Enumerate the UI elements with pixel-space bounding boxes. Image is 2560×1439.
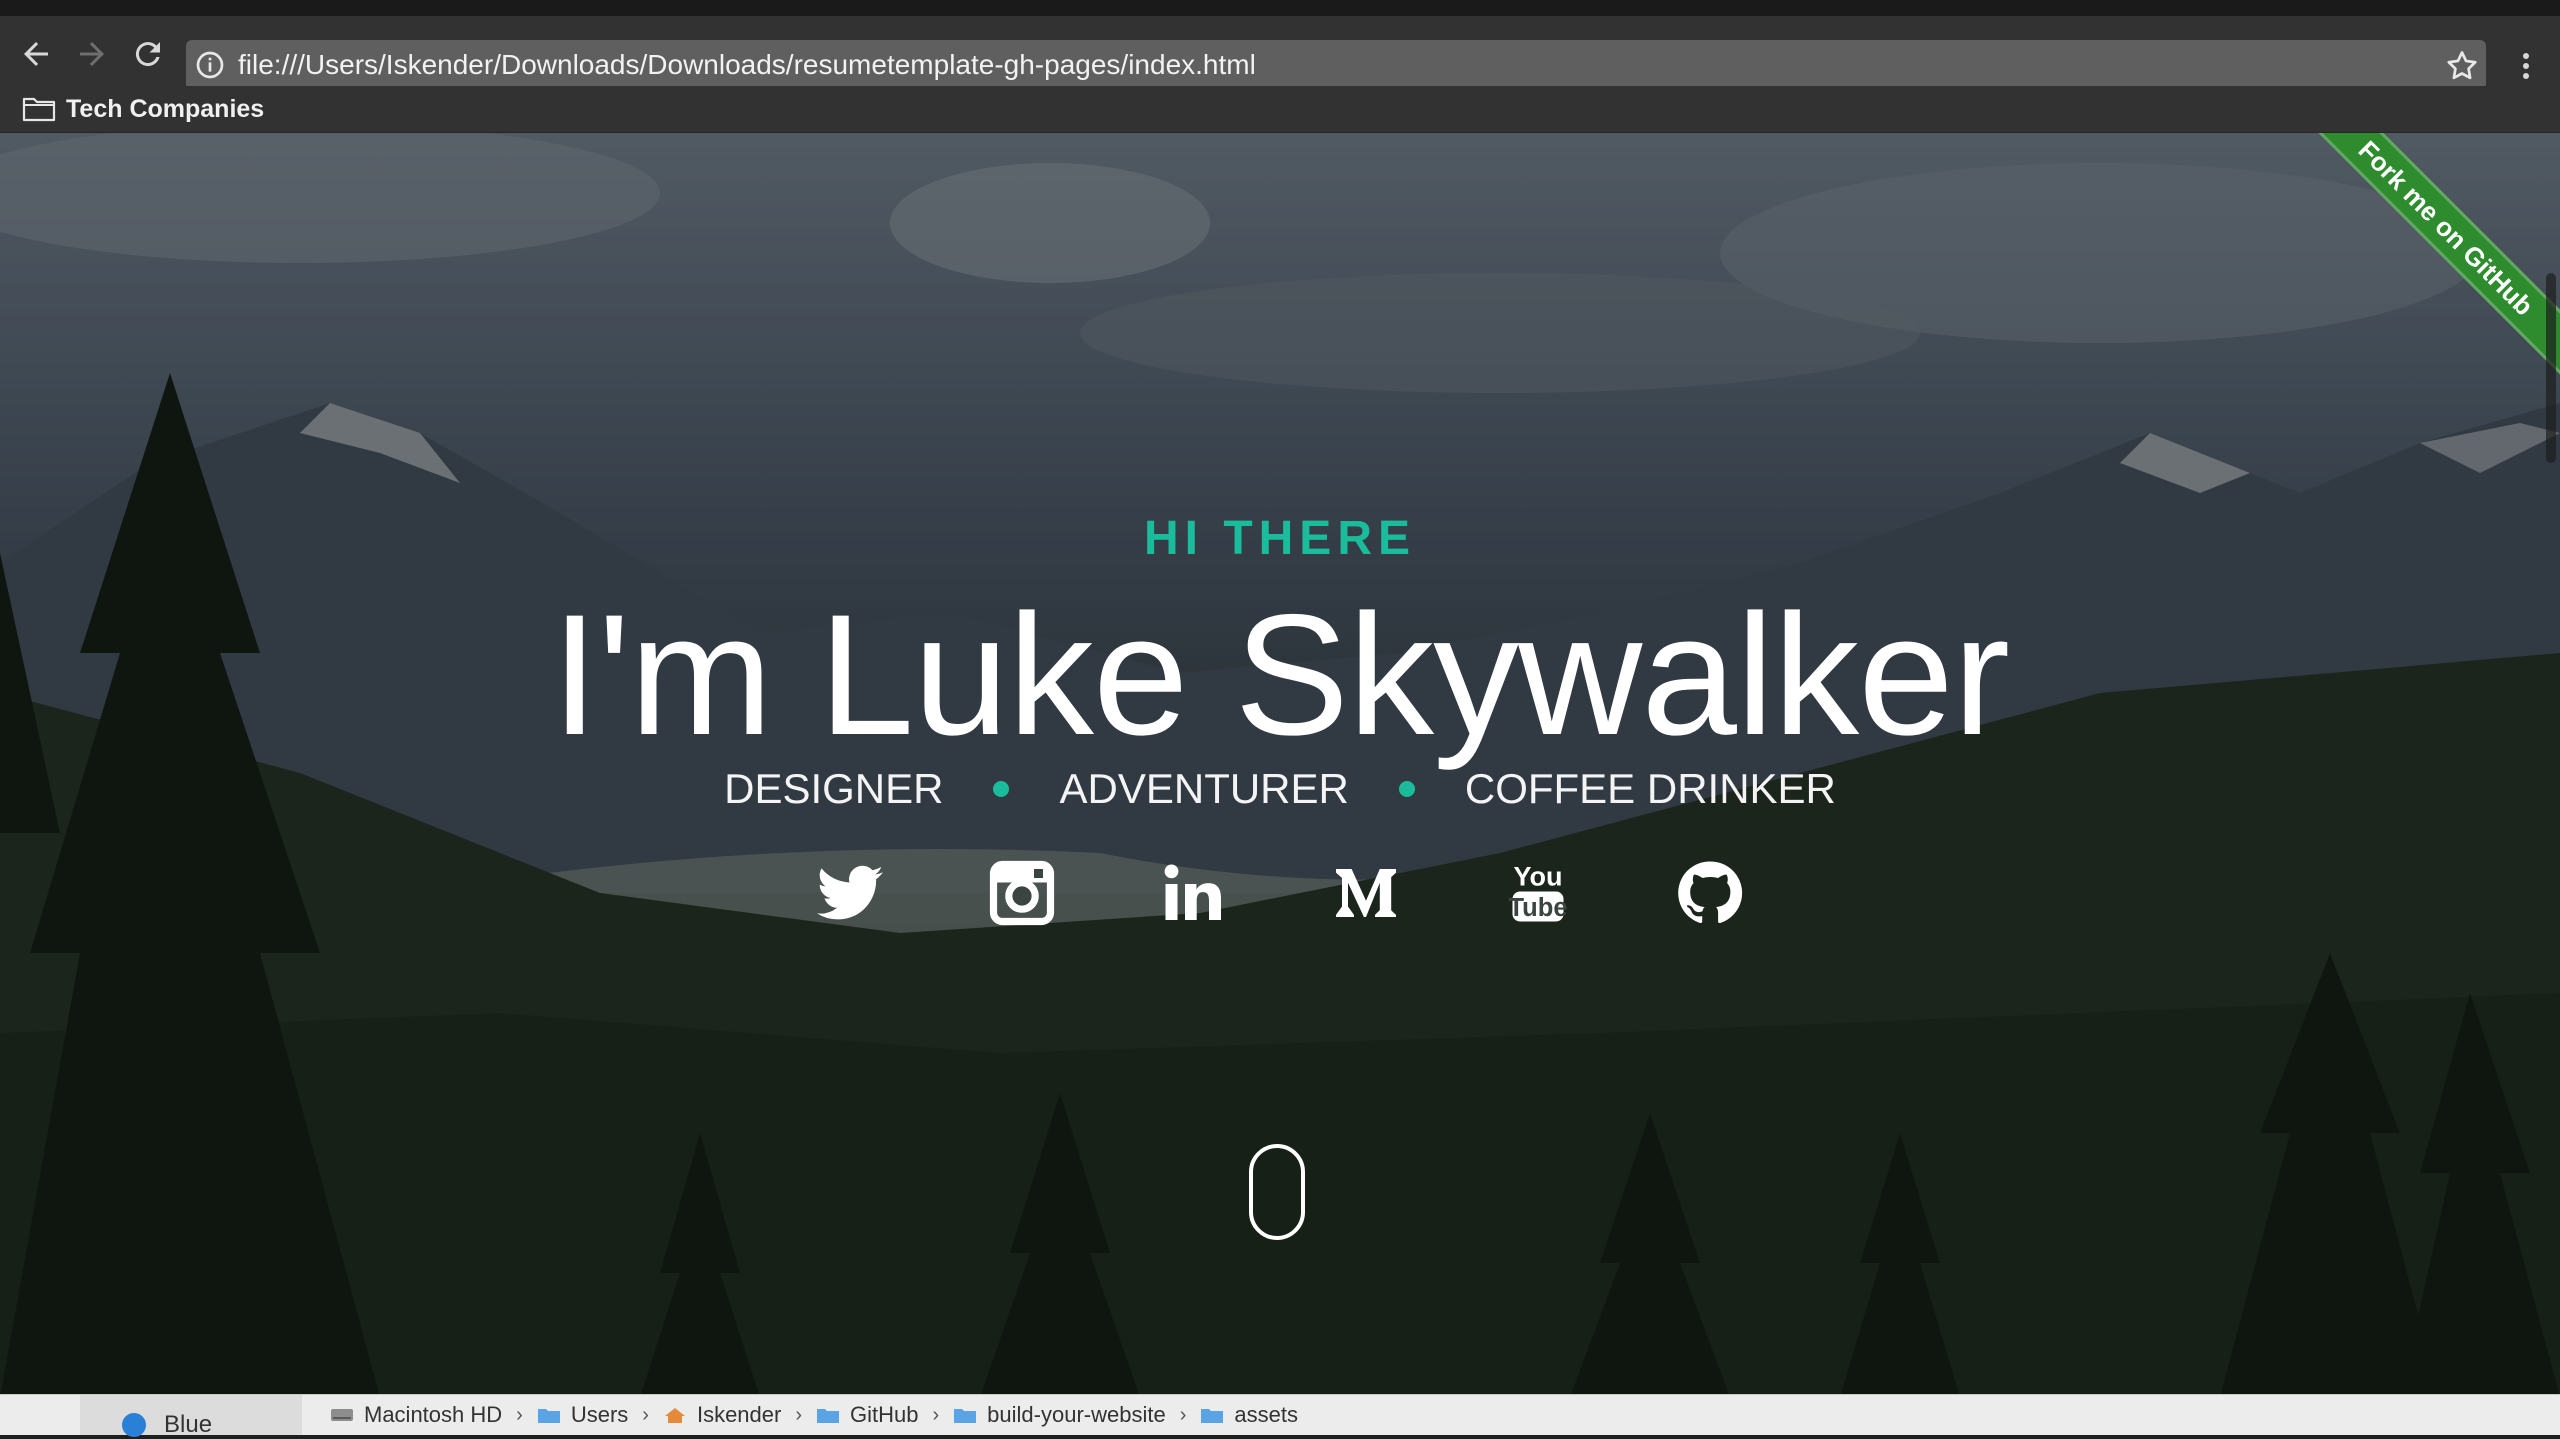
forward-arrow-icon (80, 42, 104, 66)
path-item[interactable]: assets (1200, 1402, 1298, 1428)
path-label: Iskender (696, 1402, 782, 1427)
chevron-right-icon: › (1179, 1403, 1187, 1426)
folder-icon (22, 97, 56, 122)
role-item: COFFEE DRINKER (1464, 765, 1836, 812)
github-icon (1678, 861, 1743, 924)
path-item[interactable]: build-your-website (953, 1402, 1166, 1428)
hero-section: HI THERE I'm Luke Skywalker DESIGNER ADV… (0, 133, 2560, 1397)
reload-icon (135, 42, 160, 67)
page-scrollbar[interactable] (2546, 273, 2556, 463)
role-tagline: DESIGNER ADVENTURER COFFEE DRINKER (0, 765, 2560, 813)
path-label: GitHub (850, 1402, 919, 1427)
separator-dot (1398, 781, 1415, 797)
address-bar[interactable]: file:///Users/Iskender/Downloads/Downloa… (186, 40, 2486, 90)
path-item[interactable]: GitHub (816, 1402, 919, 1428)
youtube-link[interactable]: You Tube (1500, 855, 1576, 931)
medium-link[interactable] (1328, 855, 1404, 931)
medium-icon (1336, 869, 1396, 917)
hard-drive-icon (331, 1409, 353, 1421)
browser-toolbar: file:///Users/Iskender/Downloads/Downloa… (0, 16, 2560, 90)
blue-tag-icon (122, 1413, 146, 1437)
folder-icon (954, 1409, 977, 1423)
chevron-right-icon: › (642, 1403, 649, 1426)
github-ribbon-container: Fork me on GitHub (2280, 133, 2560, 413)
url-text[interactable]: file:///Users/Iskender/Downloads/Downloa… (238, 40, 1256, 90)
youtube-icon: YouTube (1508, 862, 1567, 922)
instagram-link[interactable] (984, 855, 1060, 931)
role-item: DESIGNER (724, 765, 944, 812)
forward-button[interactable] (72, 34, 112, 74)
headline-name: I'm Luke Skywalker (550, 579, 2010, 771)
chevron-right-icon: › (932, 1403, 940, 1426)
social-links: You Tube (0, 855, 2560, 931)
path-label: build-your-website (987, 1402, 1166, 1427)
svg-text:You: You (1514, 862, 1563, 892)
home-icon (664, 1408, 685, 1423)
path-item[interactable]: Iskender (663, 1402, 781, 1428)
folder-icon (817, 1409, 840, 1423)
reload-button[interactable] (128, 34, 168, 74)
twitter-link[interactable] (812, 855, 888, 931)
linkedin-icon (1164, 864, 1221, 920)
finder-sidebar-stub: Blue (80, 1395, 302, 1438)
path-label: Users (570, 1402, 629, 1427)
bookmark-folder-tech-companies[interactable]: Tech Companies (22, 90, 264, 128)
path-label: Macintosh HD (364, 1402, 503, 1427)
bookmark-star-icon[interactable] (2444, 48, 2480, 84)
svg-text:Tube: Tube (1508, 894, 1567, 922)
users-folder-icon (537, 1409, 560, 1423)
info-icon[interactable] (194, 49, 226, 81)
path-item[interactable]: Users (537, 1402, 628, 1428)
role-item: ADVENTURER (1059, 765, 1349, 812)
bookmark-label: Tech Companies (66, 94, 265, 123)
back-button[interactable] (16, 34, 56, 74)
greeting-text: HI THERE (1143, 512, 1416, 565)
folder-icon (1201, 1409, 1224, 1423)
separator-dot (993, 781, 1010, 797)
more-vertical-icon (2523, 53, 2529, 79)
github-link[interactable] (1672, 855, 1748, 931)
finder-path-bar: Blue Macintosh HD › Users › Iskender › G… (0, 1394, 2560, 1438)
twitter-icon (817, 865, 883, 920)
browser-menu-button[interactable] (2508, 46, 2544, 86)
scroll-down-indicator[interactable] (1249, 1144, 1305, 1240)
sidebar-tag-label[interactable]: Blue (164, 1411, 212, 1439)
chevron-right-icon: › (795, 1403, 803, 1426)
path-item[interactable]: Macintosh HD (330, 1402, 502, 1428)
bookmarks-bar: Tech Companies (0, 86, 2560, 133)
chevron-right-icon: › (516, 1403, 523, 1426)
window-top-strip (0, 0, 2560, 16)
instagram-icon (989, 860, 1055, 926)
path-breadcrumb: Macintosh HD › Users › Iskender › GitHub… (330, 1395, 1298, 1435)
fork-me-ribbon[interactable]: Fork me on GitHub (2288, 133, 2560, 386)
linkedin-link[interactable] (1156, 855, 1232, 931)
back-arrow-icon (24, 42, 48, 66)
path-label: assets (1234, 1402, 1298, 1427)
